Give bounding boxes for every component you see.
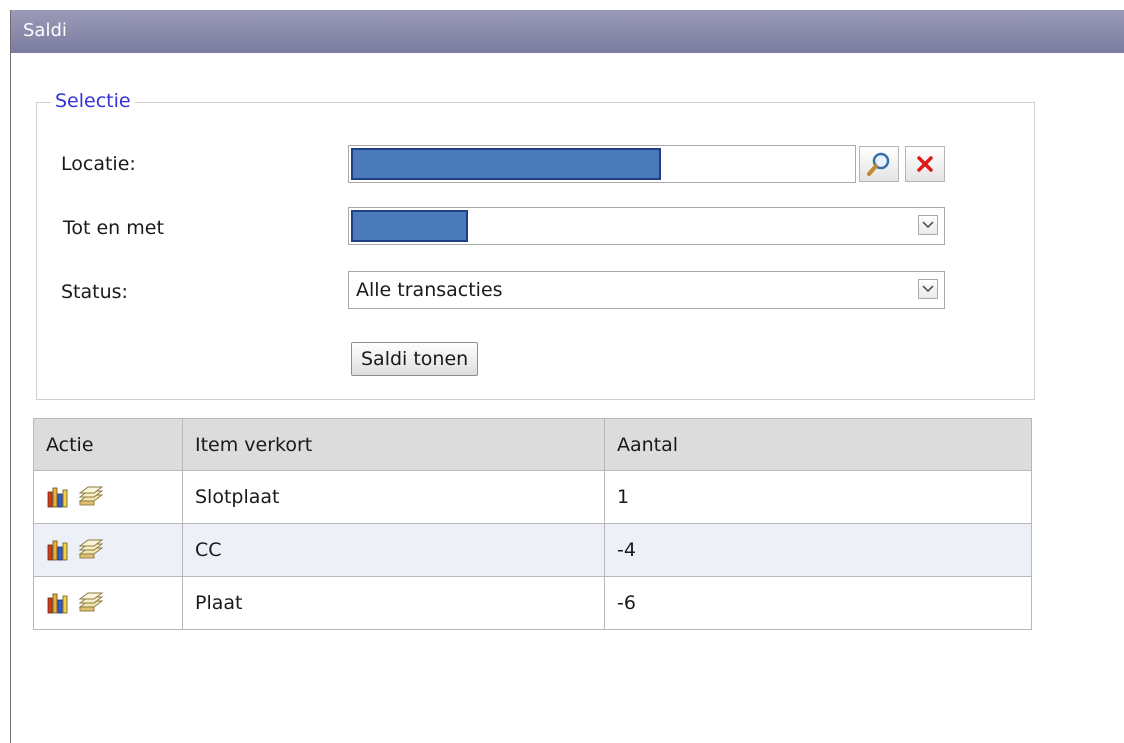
column-header-aantal[interactable]: Aantal [604,418,1032,471]
aantal-cell: -6 [604,576,1032,630]
item-cell: CC [182,523,605,577]
saldi-window: Saldi Selectie Locatie: Tot en met Statu… [10,10,1124,743]
actie-cell [33,576,183,630]
locatie-field[interactable] [348,145,856,183]
table-row: Plaat -6 [33,576,1032,630]
window-title: Saldi [23,20,67,41]
stack-papers-icon[interactable] [74,538,104,562]
table-header-row: Actie Item verkort Aantal [33,418,1032,471]
clear-button[interactable] [905,146,945,182]
clear-x-icon [917,156,933,172]
search-icon [867,152,890,176]
status-label: Status: [61,281,128,303]
aantal-cell: -4 [604,523,1032,577]
item-cell: Plaat [182,576,605,630]
table-row: Slotplaat 1 [33,470,1032,524]
table-row: CC -4 [33,523,1032,577]
chart-books-icon[interactable] [46,538,70,562]
actie-cell [33,523,183,577]
locatie-label: Locatie: [61,153,136,175]
selectie-group: Selectie Locatie: Tot en met Status: All… [36,90,1035,400]
selectie-legend: Selectie [51,90,135,112]
column-header-actie[interactable]: Actie [33,418,183,471]
stack-papers-icon[interactable] [74,485,104,509]
saldi-tonen-button[interactable]: Saldi tonen [351,342,479,376]
redacted-date [351,210,468,242]
chart-books-icon[interactable] [46,591,70,615]
dropdown-arrow-icon[interactable] [918,215,938,235]
saldi-table: Actie Item verkort Aantal Slotplaat 1 CC… [33,418,1032,630]
window-title-bar: Saldi [11,10,1124,53]
chart-books-icon[interactable] [46,485,70,509]
totenmet-select[interactable] [348,207,945,245]
actie-cell [33,470,183,524]
column-header-item[interactable]: Item verkort [182,418,605,471]
item-cell: Slotplaat [182,470,605,524]
redacted-value [351,148,661,180]
dropdown-arrow-icon[interactable] [918,279,938,299]
status-value: Alle transacties [356,279,503,301]
top-strip [0,0,1124,10]
search-button[interactable] [859,146,899,182]
status-select[interactable]: Alle transacties [348,271,945,309]
stack-papers-icon[interactable] [74,591,104,615]
totenmet-label: Tot en met [63,217,164,239]
aantal-cell: 1 [604,470,1032,524]
